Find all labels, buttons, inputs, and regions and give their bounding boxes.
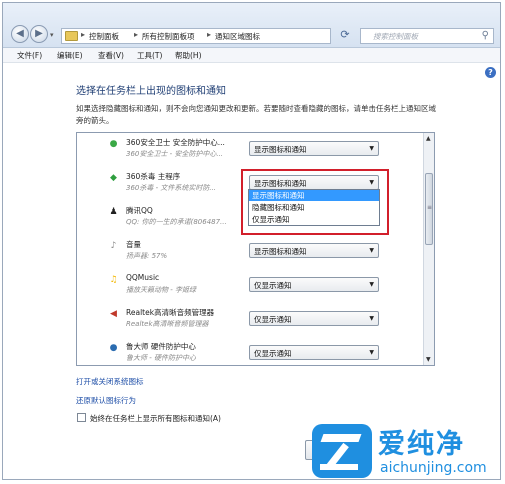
behavior-value: 仅显示通知 bbox=[254, 349, 292, 358]
address-field[interactable]: ▸ 控制面板 ▸ 所有控制面板项 ▸ 通知区域图标 ▾ bbox=[61, 28, 377, 44]
row-subtitle: QQ: 你的一生的承诺(806487... bbox=[126, 218, 227, 226]
breadcrumb-notification-icons[interactable]: 通知区域图标 bbox=[215, 31, 260, 42]
menu-edit[interactable]: 编辑(E) bbox=[57, 50, 83, 61]
row-subtitle: 360安全卫士 - 安全防护中心... bbox=[126, 150, 224, 158]
row-subtitle: 播放天籁动物 - 李姬绿 bbox=[126, 286, 196, 294]
scroll-up-icon[interactable]: ▲ bbox=[426, 135, 431, 142]
row-name: 360安全卫士 安全防护中心... bbox=[126, 138, 225, 147]
grip-icon: ≡ bbox=[427, 204, 433, 211]
list-item: ♫ QQMusic 播放天籁动物 - 李姬绿 仅显示通知 ▼ bbox=[77, 269, 424, 303]
shield-icon: ● bbox=[109, 139, 118, 149]
watermark-url: aichunjing.com bbox=[380, 460, 487, 476]
control-panel-folder-icon bbox=[65, 31, 78, 41]
breadcrumb-all-items[interactable]: 所有控制面板项 bbox=[142, 31, 195, 42]
row-name: 音量 bbox=[126, 240, 141, 249]
behavior-value: 显示图标和通知 bbox=[254, 247, 307, 256]
chevron-down-icon: ▼ bbox=[369, 281, 374, 288]
behavior-value: 仅显示通知 bbox=[254, 281, 292, 290]
menu-tools[interactable]: 工具(T) bbox=[137, 50, 162, 61]
page-description: 如果选择隐藏图标和通知，则不会向您通知更改和更新。若要随时查看隐藏的图标，请单击… bbox=[76, 104, 436, 125]
watermark: 爱纯净 aichunjing.com bbox=[310, 420, 504, 484]
row-subtitle: 360杀毒 - 文件系统实时防... bbox=[126, 184, 217, 192]
chevron-right-icon: ▸ bbox=[207, 30, 212, 39]
realtek-speaker-icon: ◀ bbox=[110, 309, 117, 319]
search-placeholder: 搜索控制面板 bbox=[373, 32, 418, 41]
always-show-label[interactable]: 始终在任务栏上显示所有图标和通知(A) bbox=[90, 413, 221, 424]
control-panel-window: ◀ ▶ ▾ ▸ 控制面板 ▸ 所有控制面板项 ▸ 通知区域图标 ▾ ⟳ 搜索控制… bbox=[2, 2, 501, 480]
chevron-down-icon: ▼ bbox=[369, 247, 374, 254]
toggle-system-icons-link[interactable]: 打开或关闭系统图标 bbox=[76, 376, 144, 387]
address-bar-area: ◀ ▶ ▾ ▸ 控制面板 ▸ 所有控制面板项 ▸ 通知区域图标 ▾ ⟳ 搜索控制… bbox=[3, 3, 500, 48]
row-subtitle: Realtek高清晰音频管理器 bbox=[126, 320, 209, 328]
list-item: ● 360安全卫士 安全防护中心... 360安全卫士 - 安全防护中心... … bbox=[77, 133, 424, 167]
behavior-select[interactable]: 仅显示通知 ▼ bbox=[249, 311, 379, 326]
behavior-value: 显示图标和通知 bbox=[254, 145, 307, 154]
back-button[interactable]: ◀ bbox=[11, 25, 29, 43]
forward-button[interactable]: ▶ bbox=[30, 25, 48, 43]
list-scrollbar[interactable]: ▲ ≡ ▼ bbox=[423, 133, 434, 365]
page-title: 选择在任务栏上出现的图标和通知 bbox=[76, 86, 226, 97]
scroll-down-icon[interactable]: ▼ bbox=[426, 356, 431, 363]
chevron-down-icon: ▼ bbox=[369, 315, 374, 322]
recent-pages-dropdown-icon[interactable]: ▾ bbox=[50, 31, 54, 39]
behavior-select[interactable]: 显示图标和通知 ▼ bbox=[249, 243, 379, 258]
list-item: ● 鲁大师 硬件防护中心 鲁大师 - 硬件防护中心 仅显示通知 ▼ bbox=[77, 337, 424, 371]
menu-bar: 文件(F) 编辑(E) 查看(V) 工具(T) 帮助(H) bbox=[3, 48, 500, 63]
behavior-select[interactable]: 仅显示通知 ▼ bbox=[249, 277, 379, 292]
menu-view[interactable]: 查看(V) bbox=[98, 50, 124, 61]
behavior-select[interactable]: 仅显示通知 ▼ bbox=[249, 345, 379, 360]
row-subtitle: 扬声器: 57% bbox=[126, 252, 168, 260]
antivirus-icon: ◆ bbox=[110, 173, 117, 183]
help-icon[interactable]: ? bbox=[485, 67, 496, 78]
refresh-icon[interactable]: ⟳ bbox=[336, 26, 354, 44]
watermark-logo-icon bbox=[312, 424, 372, 478]
row-name: Realtek高清晰音频管理器 bbox=[126, 308, 215, 317]
row-name: 腾讯QQ bbox=[126, 206, 153, 215]
menu-help[interactable]: 帮助(H) bbox=[175, 50, 202, 61]
highlight-annotation bbox=[241, 169, 389, 235]
breadcrumb-control-panel[interactable]: 控制面板 bbox=[89, 31, 119, 42]
qq-penguin-icon: ♟ bbox=[109, 207, 118, 217]
chevron-down-icon: ▼ bbox=[369, 349, 374, 356]
chevron-right-icon: ▸ bbox=[81, 30, 86, 39]
list-item: ◀ Realtek高清晰音频管理器 Realtek高清晰音频管理器 仅显示通知 … bbox=[77, 303, 424, 337]
ludashi-icon: ● bbox=[109, 343, 118, 353]
notification-icon-list: ● 360安全卫士 安全防护中心... 360安全卫士 - 安全防护中心... … bbox=[76, 132, 435, 366]
row-subtitle: 鲁大师 - 硬件防护中心 bbox=[126, 354, 196, 362]
menu-file[interactable]: 文件(F) bbox=[17, 50, 42, 61]
behavior-select[interactable]: 显示图标和通知 ▼ bbox=[249, 141, 379, 156]
row-name: 鲁大师 硬件防护中心 bbox=[126, 342, 196, 351]
search-input[interactable]: 搜索控制面板 ⚲ bbox=[360, 28, 494, 44]
always-show-checkbox[interactable] bbox=[77, 413, 86, 422]
chevron-right-icon: ▸ bbox=[134, 30, 139, 39]
row-name: QQMusic bbox=[126, 273, 160, 282]
behavior-value: 仅显示通知 bbox=[254, 315, 292, 324]
watermark-brand: 爱纯净 bbox=[378, 429, 465, 460]
restore-default-link[interactable]: 还原默认图标行为 bbox=[76, 395, 136, 406]
list-item: ♪ 音量 扬声器: 57% 显示图标和通知 ▼ bbox=[77, 235, 424, 269]
scrollbar-thumb[interactable]: ≡ bbox=[425, 173, 433, 245]
chevron-down-icon: ▼ bbox=[369, 145, 374, 152]
search-icon[interactable]: ⚲ bbox=[482, 30, 489, 41]
row-name: 360杀毒 主程序 bbox=[126, 172, 181, 181]
music-icon: ♫ bbox=[109, 275, 118, 285]
speaker-icon: ♪ bbox=[110, 241, 117, 251]
